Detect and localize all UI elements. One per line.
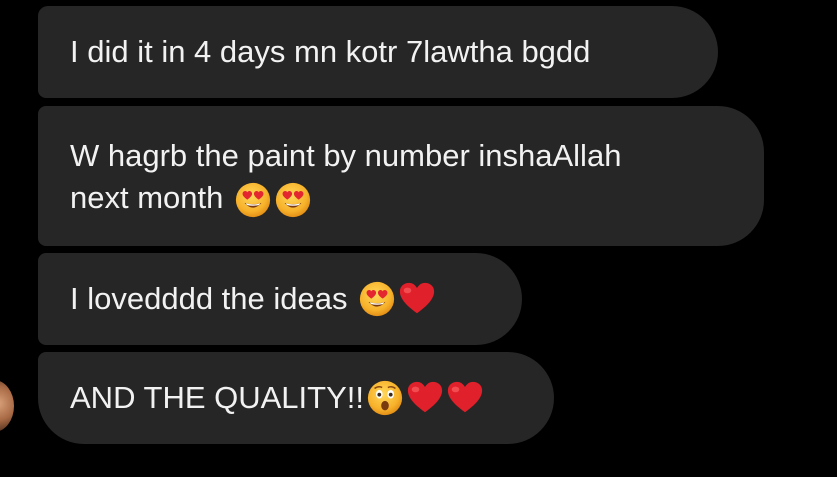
red-heart-icon bbox=[446, 379, 484, 417]
message-text: AND THE QUALITY!! bbox=[70, 380, 364, 415]
astonished-emoji-icon bbox=[366, 379, 404, 417]
message-text-line-2: next month bbox=[70, 177, 764, 219]
message-bubble-3[interactable]: I lovedddd the ideas bbox=[38, 253, 522, 345]
heart-eyes-emoji-icon bbox=[274, 181, 312, 219]
message-text: next month bbox=[70, 180, 224, 215]
message-bubble-2[interactable]: W hagrb the paint by number inshaAllah n… bbox=[38, 106, 764, 246]
red-heart-icon bbox=[398, 280, 436, 318]
heart-eyes-emoji-icon bbox=[358, 280, 396, 318]
message-bubble-1[interactable]: I did it in 4 days mn kotr 7lawtha bgdd bbox=[38, 6, 718, 98]
heart-eyes-emoji-icon bbox=[234, 181, 272, 219]
message-text-line-1: W hagrb the paint by number inshaAllah bbox=[70, 138, 622, 173]
message-text: I did it in 4 days mn kotr 7lawtha bgdd bbox=[70, 34, 591, 69]
red-heart-icon bbox=[406, 379, 444, 417]
message-text: I lovedddd the ideas bbox=[70, 281, 348, 316]
chat-thread: I did it in 4 days mn kotr 7lawtha bgdd … bbox=[0, 0, 837, 477]
message-bubble-4[interactable]: AND THE QUALITY!! bbox=[38, 352, 554, 444]
avatar[interactable] bbox=[0, 380, 14, 432]
